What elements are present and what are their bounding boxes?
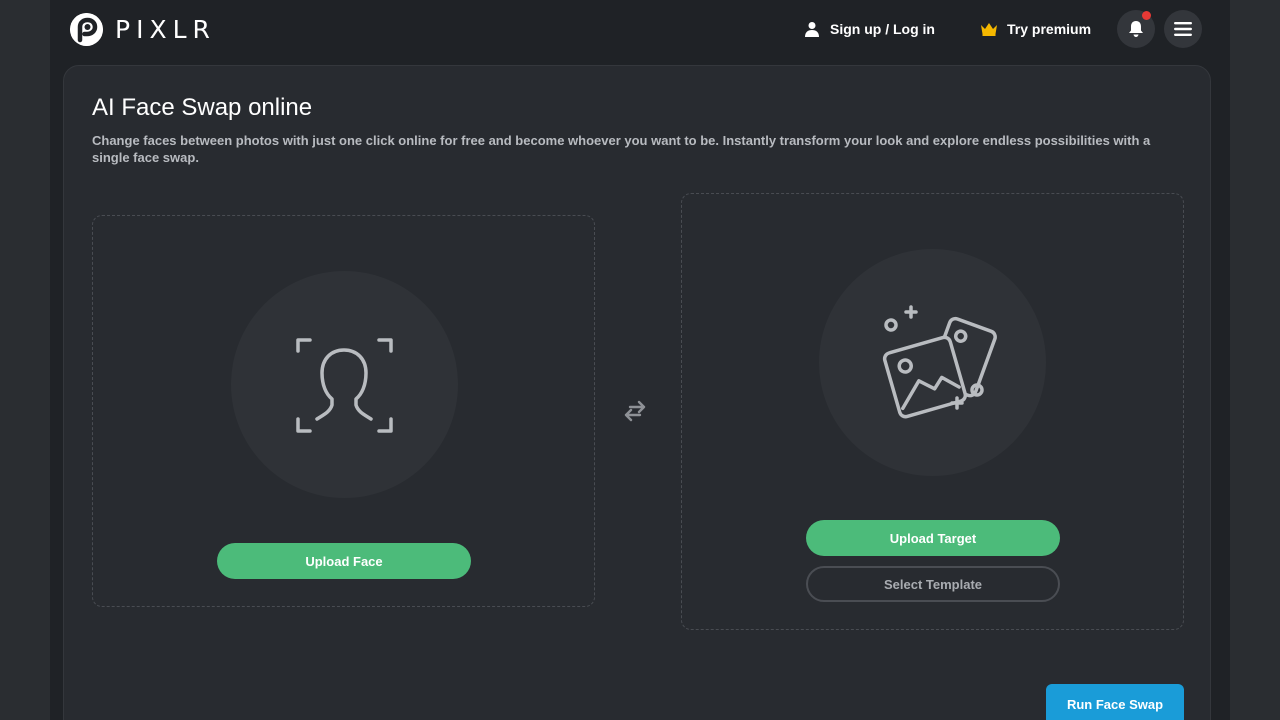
select-template-button[interactable]: Select Template <box>806 566 1060 602</box>
notifications-button[interactable] <box>1117 10 1155 48</box>
top-navigation: PIXLR Sign up / Log in Try premium <box>50 0 1230 60</box>
page-title: AI Face Swap online <box>92 94 313 121</box>
target-drop-zone[interactable]: Upload Target Select Template <box>681 193 1184 630</box>
signin-link[interactable]: Sign up / Log in <box>804 18 935 40</box>
brand-name: PIXLR <box>115 14 216 44</box>
face-drop-zone[interactable]: Upload Face <box>92 215 595 607</box>
app-window: PIXLR Sign up / Log in Try premium AI Fa… <box>50 0 1230 720</box>
pixlr-logo[interactable]: PIXLR <box>70 12 216 46</box>
target-preview-circle <box>819 249 1046 476</box>
bell-icon <box>1129 21 1143 37</box>
run-face-swap-button[interactable]: Run Face Swap <box>1046 684 1184 720</box>
pixlr-logo-icon <box>70 12 103 46</box>
menu-button[interactable] <box>1164 10 1202 48</box>
face-swap-card: AI Face Swap online Change faces between… <box>63 65 1211 720</box>
signin-label: Sign up / Log in <box>830 21 935 37</box>
crown-icon <box>981 23 997 36</box>
face-scan-icon <box>296 338 393 433</box>
menu-icon <box>1174 22 1192 36</box>
images-sparkle-icon <box>882 305 997 419</box>
page-description: Change faces between photos with just on… <box>92 133 1151 165</box>
face-preview-circle <box>231 271 458 498</box>
user-icon <box>805 22 819 37</box>
upload-target-button[interactable]: Upload Target <box>806 520 1060 556</box>
upload-face-button[interactable]: Upload Face <box>217 543 471 579</box>
premium-label: Try premium <box>1007 21 1092 37</box>
notification-dot <box>1142 11 1151 20</box>
try-premium-link[interactable]: Try premium <box>980 18 1091 40</box>
swap-arrows-icon <box>624 400 646 422</box>
